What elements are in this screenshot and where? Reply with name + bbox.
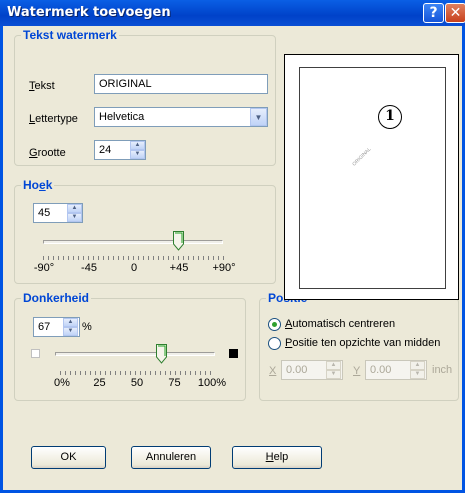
cancel-button[interactable]: Annuleren [131, 446, 211, 469]
x-spinner[interactable]: ▲ ▼ [326, 361, 341, 379]
darkness-slider-thumb[interactable] [155, 344, 167, 364]
angle-tick-label: -45 [81, 262, 97, 274]
spin-down-icon[interactable]: ▼ [67, 213, 82, 222]
font-select[interactable]: Helvetica ▼ [94, 107, 268, 127]
text-watermark-legend: Tekst watermerk [23, 28, 117, 42]
spin-down-icon[interactable]: ▼ [326, 370, 341, 379]
darkness-tick-label: 75 [168, 377, 181, 389]
help-title-button[interactable]: ? [423, 3, 444, 23]
preview-pane: 1 ORIGINAL [284, 54, 459, 300]
spin-up-icon[interactable]: ▲ [67, 204, 82, 213]
darkness-legend: Donkerheid [23, 291, 90, 305]
angle-tick-label: +90° [212, 262, 236, 274]
relative-position-radio[interactable] [268, 337, 281, 350]
darkness-tick-label: 25 [93, 377, 106, 389]
angle-ticks [43, 256, 224, 260]
title-bar[interactable]: Watermerk toevoegen ? ✕ [0, 0, 465, 26]
unit-label: inch [432, 364, 453, 376]
darkness-tick-label: 50 [130, 377, 144, 389]
preview-badge: 1 [378, 105, 402, 129]
close-button[interactable]: ✕ [445, 3, 465, 23]
preview-badge-text: 1 [385, 108, 395, 124]
spin-down-icon[interactable]: ▼ [130, 150, 145, 159]
window-title: Watermerk toevoegen [7, 5, 171, 20]
spin-down-icon[interactable]: ▼ [410, 370, 425, 379]
angle-slider-thumb[interactable] [173, 231, 184, 251]
y-spinner[interactable]: ▲ ▼ [410, 361, 425, 379]
font-select-value: Helvetica [99, 111, 145, 123]
dialog-window: Watermerk toevoegen ? ✕ Tekst watermerk … [0, 0, 465, 493]
darkness-slider-track[interactable] [55, 352, 215, 356]
spin-up-icon[interactable]: ▲ [410, 361, 425, 370]
darkness-unit: % [82, 321, 92, 333]
angle-legend: Hoek [23, 178, 53, 192]
font-label: Lettertype [29, 113, 78, 125]
spin-up-icon[interactable]: ▲ [326, 361, 341, 370]
angle-slider-track[interactable] [43, 240, 223, 244]
text-input[interactable]: ORIGINAL [94, 74, 268, 94]
auto-center-radio[interactable] [268, 318, 281, 331]
spin-up-icon[interactable]: ▲ [63, 318, 78, 327]
x-label: X [269, 365, 277, 377]
darkness-tick-label: 100% [197, 377, 227, 389]
help-button[interactable]: Help [232, 446, 322, 469]
angle-tick-label: -90° [33, 262, 55, 274]
angle-spinner[interactable]: ▲ ▼ [67, 204, 82, 222]
spin-down-icon[interactable]: ▼ [63, 327, 78, 336]
text-label: Tekst [29, 80, 55, 92]
size-label: Grootte [29, 147, 66, 159]
preview-page: 1 ORIGINAL [299, 67, 446, 289]
auto-center-label[interactable]: Automatisch centreren [285, 318, 395, 330]
darkness-ticks [60, 371, 211, 375]
angle-tick-label: 0 [130, 262, 138, 274]
darkness-tick-label: 0% [54, 377, 70, 389]
spin-up-icon[interactable]: ▲ [130, 141, 145, 150]
preview-watermark: ORIGINAL [351, 146, 373, 168]
ok-button[interactable]: OK [31, 446, 106, 469]
chevron-down-icon[interactable]: ▼ [250, 108, 267, 126]
angle-tick-label: +45 [169, 262, 189, 274]
size-spinner[interactable]: ▲ ▼ [130, 141, 145, 159]
black-square-icon [229, 349, 238, 358]
darkness-spinner[interactable]: ▲ ▼ [63, 318, 78, 336]
relative-position-label[interactable]: Positie ten opzichte van midden [285, 337, 440, 349]
y-label: Y [353, 365, 361, 377]
white-square-icon [31, 349, 40, 358]
